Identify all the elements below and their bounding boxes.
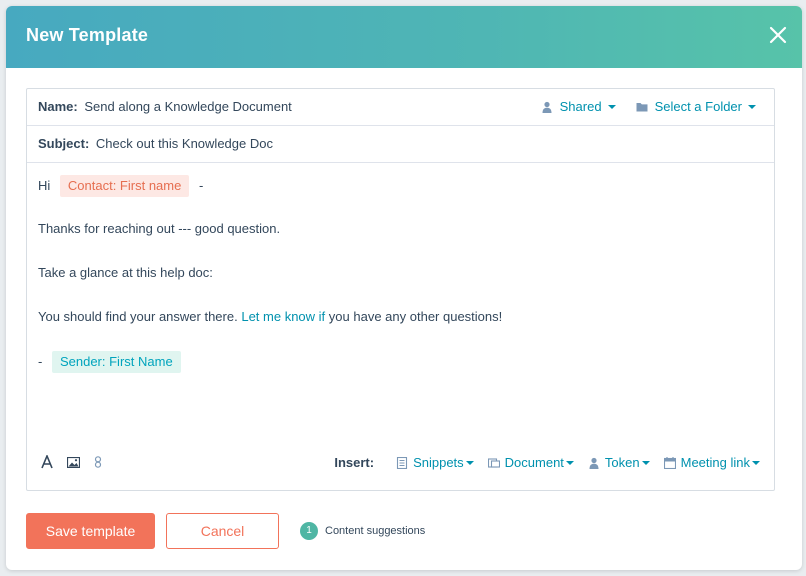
insert-tools: Insert: Snippets Document Token Meeting …	[334, 455, 760, 470]
subject-row: Subject: Check out this Knowledge Doc	[27, 126, 774, 163]
save-template-button[interactable]: Save template	[26, 513, 155, 549]
cancel-button[interactable]: Cancel	[166, 513, 279, 549]
snippets-label: Snippets	[413, 455, 464, 470]
link-icon	[94, 456, 102, 468]
body-line-3-pre: You should find your answer there.	[38, 309, 238, 324]
shared-label: Shared	[559, 99, 602, 114]
insert-meeting-link-dropdown[interactable]: Meeting link	[663, 455, 760, 470]
folder-label: Select a Folder	[654, 99, 742, 114]
name-row: Name: Send along a Knowledge Document Sh…	[27, 89, 774, 126]
body-line-3: You should find your answer there. Let m…	[38, 307, 763, 351]
document-icon	[487, 457, 500, 468]
modal-footer: Save template Cancel 1 Content suggestio…	[26, 513, 425, 549]
close-icon	[769, 26, 787, 44]
font-icon	[41, 455, 53, 469]
folder-icon	[636, 103, 648, 112]
contact-first-name-token[interactable]: Contact: First name	[59, 175, 190, 197]
subject-label: Subject:	[38, 136, 90, 151]
chevron-down-icon	[607, 105, 616, 109]
snippet-icon	[397, 456, 408, 469]
email-body-editor[interactable]: Hi Contact: First name - Thanks for reac…	[27, 163, 774, 435]
content-suggestions[interactable]: 1 Content suggestions	[300, 522, 425, 540]
insert-token-dropdown[interactable]: Token	[588, 455, 650, 470]
person-icon	[589, 457, 599, 469]
greeting-text: Hi	[38, 178, 51, 193]
name-input[interactable]: Send along a Knowledge Document	[84, 99, 291, 114]
suggestion-label: Content suggestions	[325, 525, 426, 537]
folder-dropdown[interactable]: Select a Folder	[636, 89, 756, 125]
insert-document-dropdown[interactable]: Document	[487, 455, 574, 470]
document-label: Document	[504, 455, 564, 470]
body-line-1: Thanks for reaching out --- good questio…	[38, 221, 281, 236]
sender-first-name-token[interactable]: Sender: First Name	[51, 351, 181, 373]
font-style-button[interactable]	[41, 455, 53, 469]
suggestion-count-badge: 1	[300, 522, 318, 540]
chevron-down-icon	[641, 460, 650, 465]
new-template-modal: New Template Name: Send along a Knowledg…	[6, 6, 802, 570]
name-label: Name:	[38, 99, 78, 114]
body-line-greeting: Hi Contact: First name -	[38, 175, 763, 219]
body-line-3-post: you have any other questions!	[328, 309, 503, 324]
shared-dropdown[interactable]: Shared	[541, 89, 616, 125]
chevron-down-icon	[748, 105, 756, 109]
body-line-signoff: - Sender: First Name	[38, 351, 763, 395]
chevron-down-icon	[565, 460, 574, 465]
insert-snippets-dropdown[interactable]: Snippets	[396, 455, 474, 470]
token-label: Token	[604, 455, 640, 470]
let-me-know-link[interactable]: Let me know if	[241, 309, 325, 324]
calendar-icon	[663, 456, 676, 469]
insert-label: Insert:	[334, 455, 375, 470]
close-button[interactable]	[766, 23, 790, 47]
insert-image-button[interactable]	[67, 456, 80, 468]
signoff-prefix: -	[38, 354, 43, 369]
modal-header: New Template	[6, 6, 802, 68]
body-line-2: Take a glance at this help doc:	[38, 265, 213, 280]
template-editor: Name: Send along a Knowledge Document Sh…	[26, 88, 775, 491]
formatting-tools	[41, 455, 116, 469]
image-icon	[67, 456, 80, 468]
person-icon	[542, 101, 552, 113]
modal-title: New Template	[26, 25, 149, 45]
chevron-down-icon	[752, 460, 760, 465]
subject-input[interactable]: Check out this Knowledge Doc	[96, 136, 273, 151]
name-actions: Shared Select a Folder	[541, 89, 756, 125]
editor-toolbar: Insert: Snippets Document Token Meeting …	[27, 449, 774, 479]
greeting-suffix: -	[198, 178, 204, 193]
insert-link-button[interactable]	[94, 456, 102, 468]
meeting-link-label: Meeting link	[680, 455, 750, 470]
chevron-down-icon	[465, 460, 474, 465]
